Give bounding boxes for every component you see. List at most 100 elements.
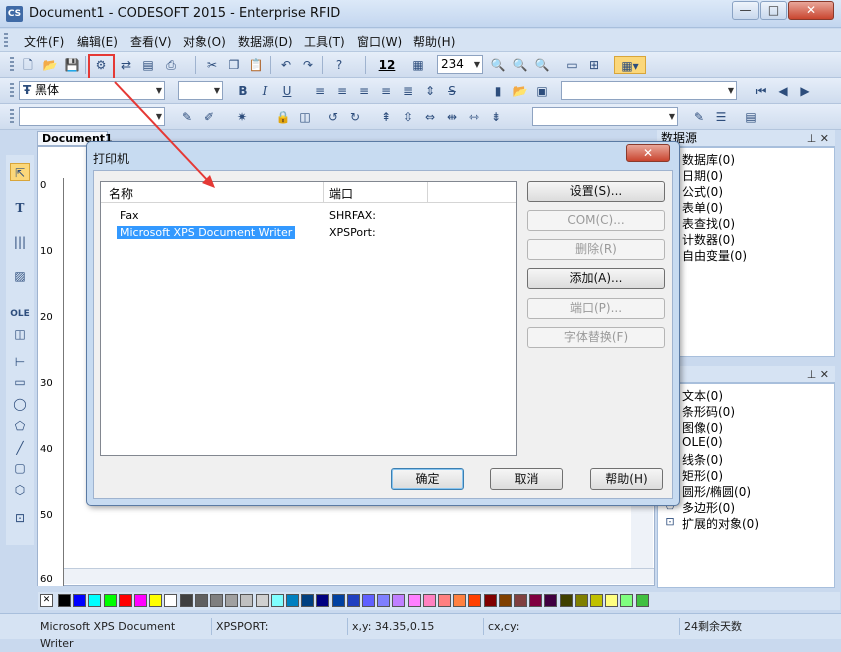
underline-icon[interactable]: U	[278, 82, 296, 100]
close-button[interactable]: ✕	[788, 1, 834, 20]
style-combo[interactable]: ▼	[19, 107, 165, 126]
align-middle-icon[interactable]: ⇳	[399, 108, 417, 126]
menu-window[interactable]: 窗口(W)	[357, 33, 402, 50]
save-icon[interactable]: 💾	[63, 56, 81, 74]
color-swatch[interactable]	[270, 594, 284, 607]
bold-icon[interactable]: B	[234, 82, 252, 100]
menu-file[interactable]: 文件(F)	[24, 33, 64, 50]
eraser-icon[interactable]: ✐	[200, 108, 218, 126]
toolbar-grip[interactable]	[10, 109, 14, 125]
properties-icon[interactable]: ✎	[178, 108, 196, 126]
undo-icon[interactable]: ↶	[277, 56, 295, 74]
obj-item-ole[interactable]: OLE(0)	[682, 435, 723, 449]
edit-data-icon[interactable]: ✎	[690, 108, 708, 126]
wizard-icon[interactable]: ✷	[233, 108, 251, 126]
column-header-name[interactable]: 名称	[109, 185, 133, 202]
color-swatch[interactable]	[255, 594, 269, 607]
color-swatch[interactable]	[331, 594, 345, 607]
menu-view[interactable]: 查看(V)	[130, 33, 172, 50]
ds-item-free-variable[interactable]: 自由变量(0)	[682, 247, 747, 264]
image-tool-icon[interactable]: ▨	[10, 267, 30, 285]
list-icon[interactable]: ☰	[712, 108, 730, 126]
zoom-fit-icon[interactable]: 🔍	[533, 56, 551, 74]
color-swatch[interactable]	[438, 594, 451, 607]
color-swatch[interactable]	[58, 594, 71, 607]
help-icon[interactable]: ?	[330, 56, 348, 74]
obj-item-rectangle[interactable]: 矩形(0)	[682, 467, 723, 484]
minimize-button[interactable]: —	[732, 1, 759, 20]
align-left-icon[interactable]: ≡	[311, 82, 329, 100]
distribute-icon[interactable]: ⇿	[465, 108, 483, 126]
color-swatch[interactable]	[574, 594, 588, 607]
rotate-left-icon[interactable]: ↺	[324, 108, 342, 126]
ds-item-database[interactable]: 数据库(0)	[682, 151, 735, 168]
ellipse-tool-icon[interactable]: ◯	[10, 395, 30, 413]
color-swatch[interactable]	[286, 594, 299, 607]
zoom-in-icon[interactable]: 🔍	[489, 56, 507, 74]
color-swatch[interactable]	[377, 594, 391, 607]
new-icon[interactable]: 🗋	[19, 56, 37, 74]
rotate-right-icon[interactable]: ↻	[346, 108, 364, 126]
rounded-rect-tool-icon[interactable]: ▢	[10, 459, 30, 477]
color-swatch[interactable]	[529, 594, 543, 607]
color-swatch[interactable]	[88, 594, 102, 607]
color-swatch[interactable]	[620, 594, 634, 607]
color-swatch[interactable]	[240, 594, 254, 607]
obj-item-image[interactable]: 图像(0)	[682, 419, 723, 436]
zoom-out-icon[interactable]: 🔍	[511, 56, 529, 74]
maximize-button[interactable]: □	[760, 1, 787, 20]
rectangle-tool-icon[interactable]: ▭	[10, 373, 30, 391]
color-swatch[interactable]	[605, 594, 619, 607]
line-tool-icon[interactable]: ╱	[10, 439, 30, 457]
fit-width-icon[interactable]: ▭	[563, 56, 581, 74]
port-button[interactable]: 端口(P)...	[527, 298, 665, 319]
toolbar-grip[interactable]	[10, 83, 14, 99]
grid-toggle-icon[interactable]: ▦▾	[614, 56, 646, 74]
obj-item-extended[interactable]: 扩展的对象(0)	[682, 515, 759, 532]
ds-item-formula[interactable]: 公式(0)	[682, 183, 723, 200]
menu-datasource[interactable]: 数据源(D)	[238, 33, 293, 50]
cancel-button[interactable]: 取消	[490, 468, 563, 490]
add-button[interactable]: 添加(A)...	[527, 268, 665, 289]
ds-item-date[interactable]: 日期(0)	[682, 167, 723, 184]
menu-edit[interactable]: 编辑(E)	[77, 33, 118, 50]
obj-item-barcode[interactable]: 条形码(0)	[682, 403, 735, 420]
obj-item-line[interactable]: 线条(0)	[682, 451, 723, 468]
text-tool-icon[interactable]: T	[10, 199, 30, 217]
redo-icon[interactable]: ↷	[299, 56, 317, 74]
toolbar-grip[interactable]	[10, 57, 14, 73]
color-swatch[interactable]	[407, 594, 421, 607]
color-swatch[interactable]	[590, 594, 603, 607]
line-h-tool-icon[interactable]: ⊢	[10, 353, 30, 371]
print-icon[interactable]: ⎙	[162, 56, 180, 74]
color-swatch[interactable]	[483, 594, 497, 607]
color-swatch[interactable]	[210, 594, 223, 607]
font-substitution-button[interactable]: 字体替换(F)	[527, 327, 665, 348]
color-swatch[interactable]	[346, 594, 360, 607]
color-swatch[interactable]	[149, 594, 163, 607]
merge-icon[interactable]: ⇄	[117, 56, 135, 74]
print-preview-icon[interactable]: ▤	[139, 56, 157, 74]
help-button[interactable]: 帮助(H)	[590, 468, 663, 490]
select-tool-icon[interactable]: ⇱	[10, 163, 30, 181]
setup-button[interactable]: 设置(S)...	[527, 181, 665, 202]
color-swatch[interactable]	[422, 594, 436, 607]
no-color-swatch[interactable]: ✕	[40, 594, 53, 607]
group-icon[interactable]: ◫	[296, 108, 314, 126]
object-combo[interactable]: ▼	[532, 107, 678, 126]
color-swatch[interactable]	[164, 594, 178, 607]
align-right-icon[interactable]: ≡	[355, 82, 373, 100]
menu-object[interactable]: 对象(O)	[183, 33, 226, 50]
first-record-icon[interactable]: ⏮	[752, 82, 770, 100]
align-bottom-icon[interactable]: ⇟	[487, 108, 505, 126]
cut-icon[interactable]: ✂	[203, 56, 221, 74]
obj-item-text[interactable]: 文本(0)	[682, 387, 723, 404]
color-swatch[interactable]	[118, 594, 132, 607]
panel-pin-close[interactable]: ⊥ ✕	[807, 130, 829, 147]
delete-button[interactable]: 删除(R)	[527, 239, 665, 260]
color-swatch[interactable]	[316, 594, 330, 607]
extended-tool-icon[interactable]: ⊡	[10, 509, 30, 527]
com-button[interactable]: COM(C)...	[527, 210, 665, 231]
color-swatch[interactable]	[73, 594, 87, 607]
shape-tool-icon[interactable]: ⬡	[10, 481, 30, 499]
